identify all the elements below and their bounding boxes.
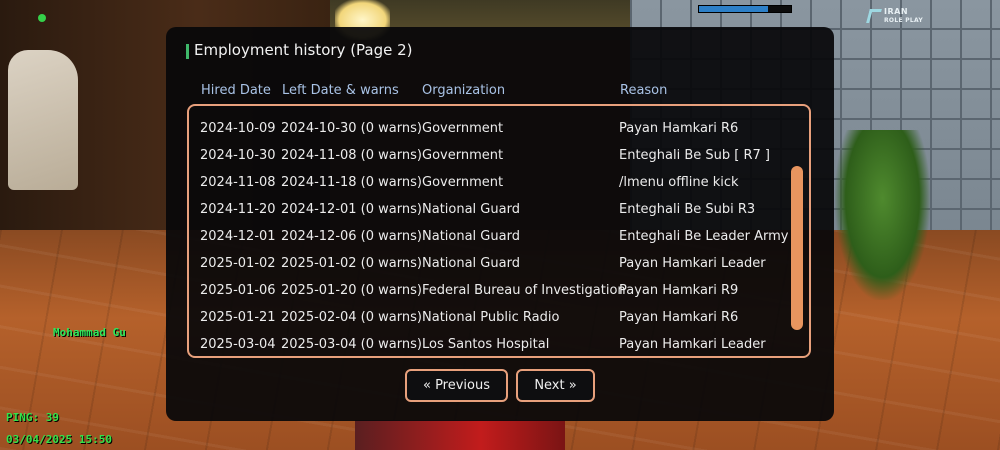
cell-organization: National Public Radio (422, 310, 560, 325)
column-header-organization: Organization (422, 83, 506, 98)
cell-left-date: 2024-12-06 (0 warns) (281, 229, 422, 244)
cell-left-date: 2025-01-20 (0 warns) (281, 283, 422, 298)
cell-left-date: 2025-03-04 (0 warns) (281, 337, 422, 352)
health-bar-fill (699, 6, 768, 12)
history-rows: 2024-10-09 2024-10-30 (0 warns) Government… (189, 106, 789, 356)
cell-left-date: 2024-12-01 (0 warns) (281, 202, 422, 217)
status-dot-icon (38, 14, 46, 22)
logo-line-2: ROLE PLAY (884, 17, 924, 24)
column-header-reason: Reason (620, 83, 668, 98)
history-list[interactable]: 2024-10-09 2024-10-30 (0 warns) Government… (187, 104, 811, 358)
previous-page-button[interactable]: « Previous (405, 369, 508, 402)
cell-organization: Federal Bureau of Investigation (422, 283, 626, 298)
cell-organization: National Guard (422, 256, 520, 271)
title-marker (186, 44, 189, 59)
cell-reason: Enteghali Be Subi R3 (619, 202, 756, 217)
cell-hired-date: 2025-01-21 (200, 310, 276, 325)
list-scrollbar[interactable] (791, 166, 803, 330)
health-bar (698, 5, 792, 13)
dialog-title: Employment history (Page 2) (194, 41, 413, 59)
cell-hired-date: 2024-10-30 (200, 148, 276, 163)
red-rug (355, 420, 565, 450)
cell-organization: Government (422, 148, 504, 163)
logo-mark-icon (866, 9, 882, 23)
cell-hired-date: 2024-12-01 (200, 229, 276, 244)
next-page-button[interactable]: Next » (516, 369, 595, 402)
cell-hired-date: 2025-01-02 (200, 256, 276, 271)
table-row[interactable]: 2024-11-20 2024-12-01 (0 warns) National G… (189, 196, 789, 223)
cell-reason: Payan Hamkari R9 (619, 283, 739, 298)
table-row[interactable]: 2025-03-04 2025-03-04 (0 warns) Los Santos… (189, 331, 789, 358)
potted-plant (835, 130, 930, 300)
table-row[interactable]: 2025-01-06 2025-01-20 (0 warns) Federal Bu… (189, 277, 789, 304)
cell-organization: National Guard (422, 229, 520, 244)
table-row[interactable]: 2024-10-30 2024-11-08 (0 warns) Government… (189, 142, 789, 169)
statue (8, 50, 78, 190)
player-name-tag: Mohammad Gu (53, 326, 126, 339)
cell-reason: Payan Hamkari Leader (619, 337, 766, 352)
table-row[interactable]: 2025-01-21 2025-02-04 (0 warns) National P… (189, 304, 789, 331)
cell-left-date: 2024-11-18 (0 warns) (281, 175, 422, 190)
cell-organization: Government (422, 175, 504, 190)
cell-reason: Payan Hamkari R6 (619, 310, 739, 325)
column-header-hired: Hired Date (201, 83, 271, 98)
cell-hired-date: 2025-01-06 (200, 283, 276, 298)
cell-hired-date: 2024-11-08 (200, 175, 276, 190)
cell-organization: Government (422, 121, 504, 136)
cell-hired-date: 2024-11-20 (200, 202, 276, 217)
server-logo: IRAN ROLE PLAY (866, 7, 928, 27)
datetime-readout: 03/04/2025 15:50 (6, 433, 112, 446)
cell-left-date: 2025-02-04 (0 warns) (281, 310, 422, 325)
cell-organization: Los Santos Hospital (422, 337, 550, 352)
cell-left-date: 2025-01-02 (0 warns) (281, 256, 422, 271)
cell-reason: /lmenu offline kick (619, 175, 739, 190)
cell-left-date: 2024-11-08 (0 warns) (281, 148, 422, 163)
cell-reason: Enteghali Be Sub [ R7 ] (619, 148, 770, 163)
cell-organization: National Guard (422, 202, 520, 217)
column-header-left: Left Date & warns (282, 83, 399, 98)
cell-reason: Payan Hamkari Leader (619, 256, 766, 271)
table-row[interactable]: 2024-10-09 2024-10-30 (0 warns) Government… (189, 115, 789, 142)
table-row[interactable]: 2024-11-08 2024-11-18 (0 warns) Government… (189, 169, 789, 196)
table-row[interactable]: 2024-12-01 2024-12-06 (0 warns) National G… (189, 223, 789, 250)
cell-reason: Enteghali Be Leader Army (619, 229, 789, 244)
cell-left-date: 2024-10-30 (0 warns) (281, 121, 422, 136)
cell-hired-date: 2024-10-09 (200, 121, 276, 136)
logo-line-1: IRAN (884, 7, 909, 16)
ping-readout: PING: 39 (6, 411, 59, 424)
table-row[interactable]: 2025-01-02 2025-01-02 (0 warns) National G… (189, 250, 789, 277)
cell-hired-date: 2025-03-04 (200, 337, 276, 352)
cell-reason: Payan Hamkari R6 (619, 121, 739, 136)
